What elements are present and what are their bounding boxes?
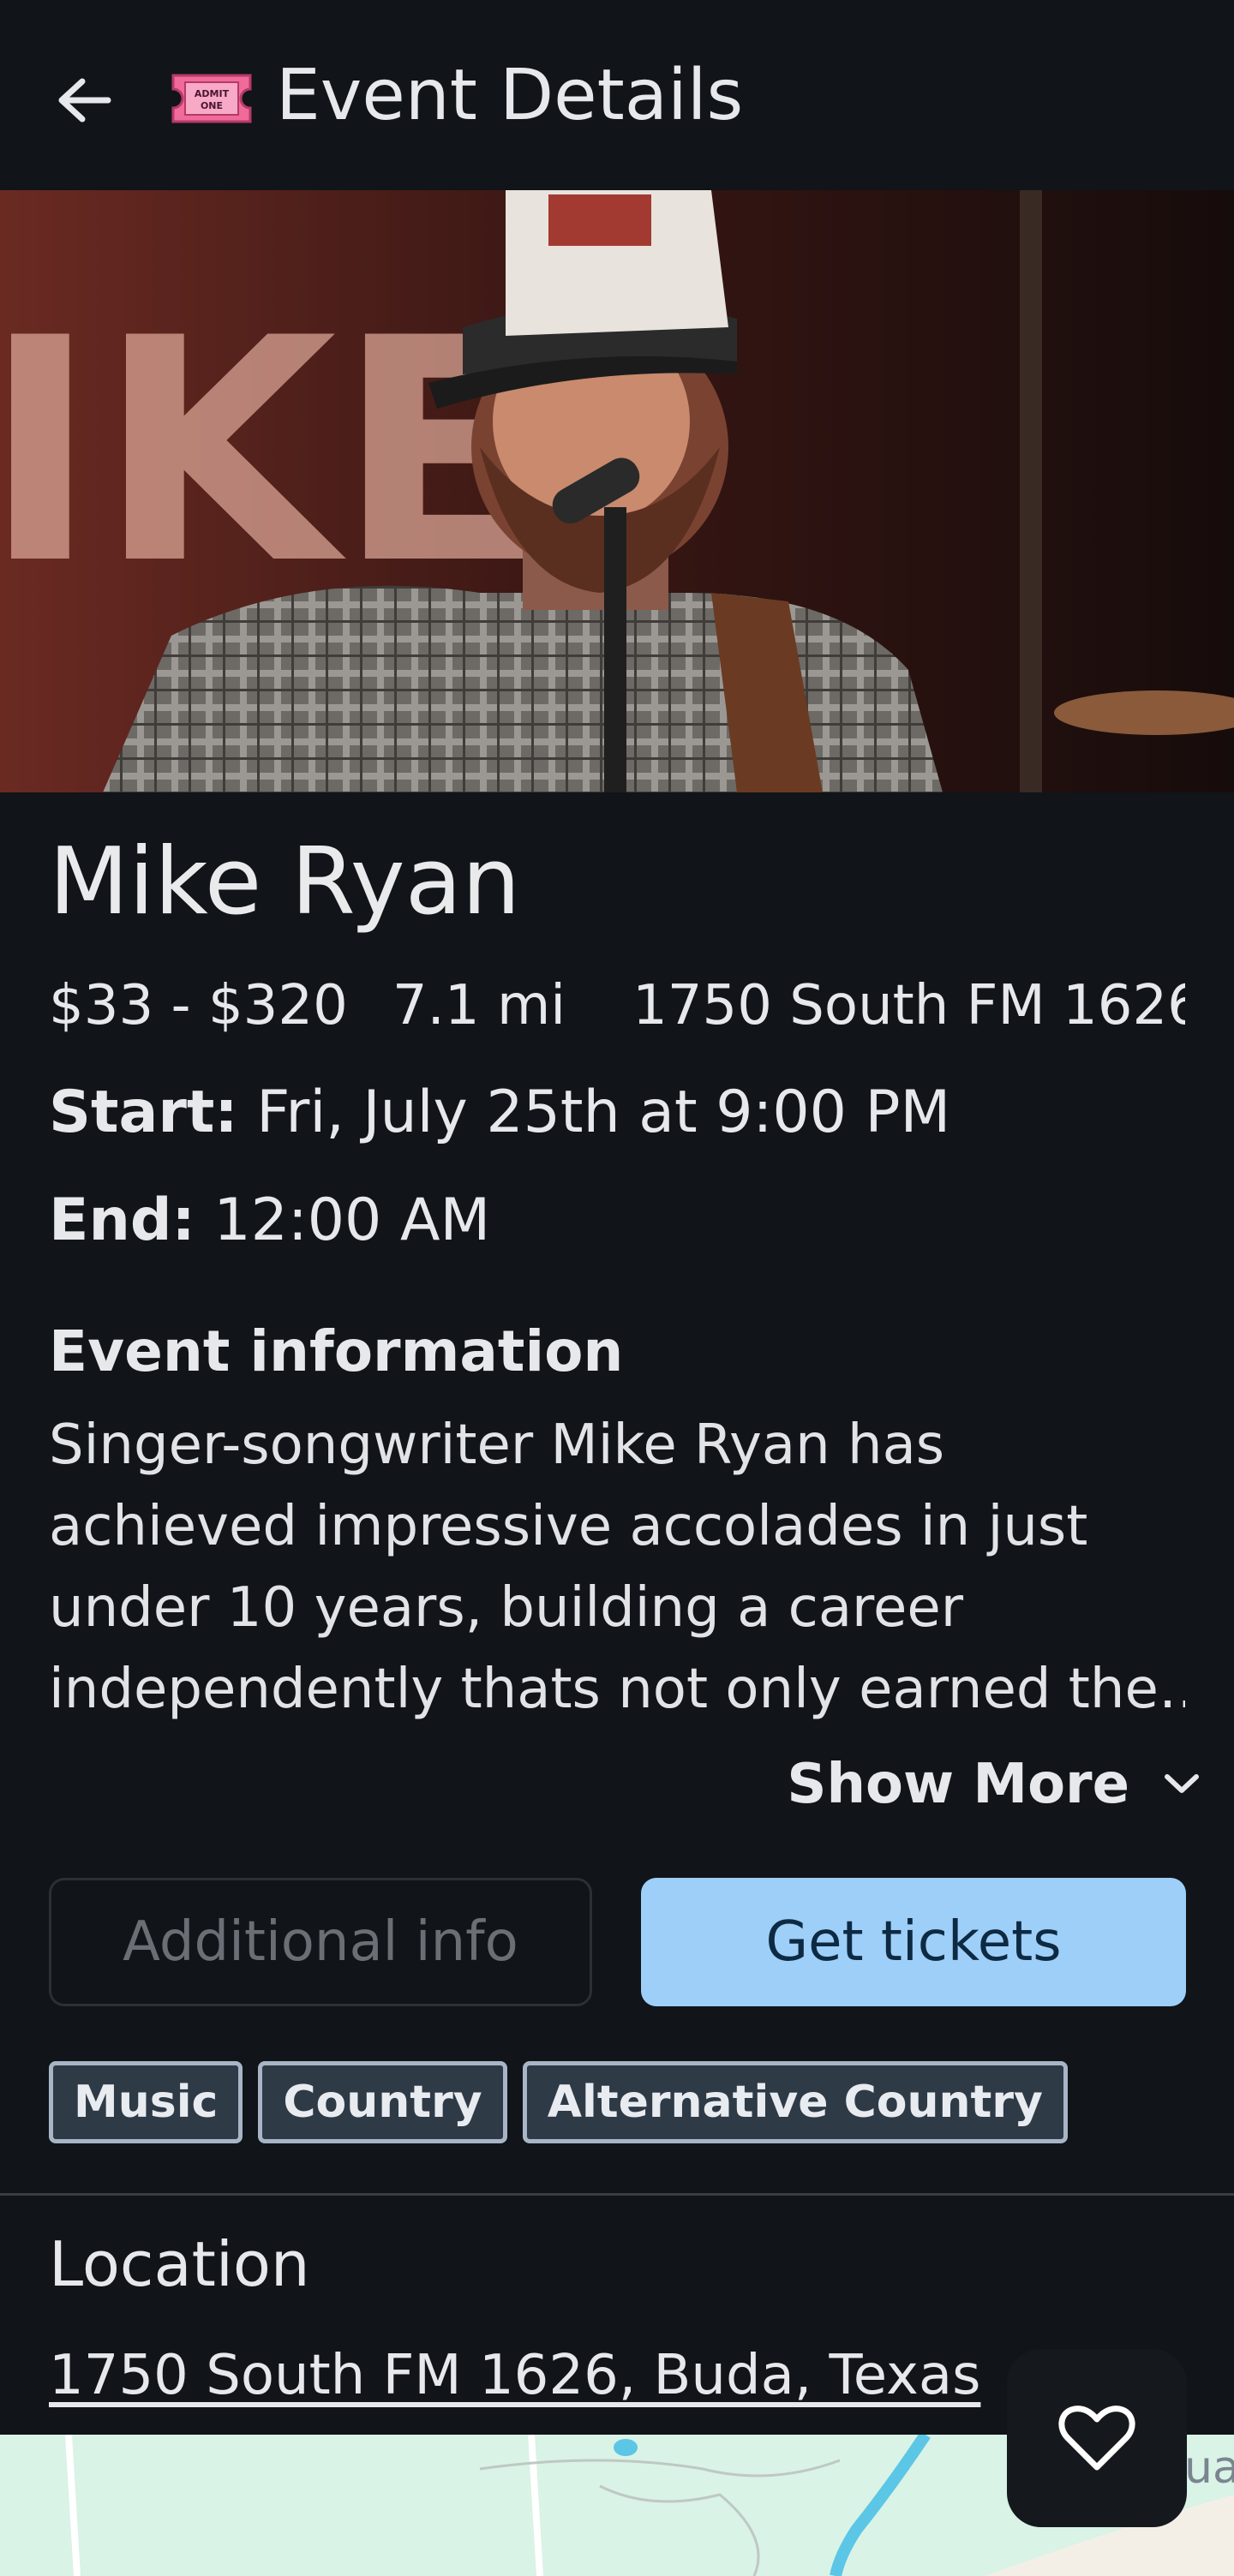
start-value: Fri, July 25th at 9:00 PM xyxy=(256,1079,951,1146)
event-price: $33 - $320 xyxy=(49,974,348,1037)
app-bar: ADMIT ONE Event Details xyxy=(0,0,1234,190)
description-line: independently thats not only earned the… xyxy=(49,1658,1185,1721)
map-place-label: ua xyxy=(1184,2442,1234,2494)
event-tags: Music Country Alternative Country xyxy=(49,2061,1068,2143)
arrow-left-icon xyxy=(58,78,111,123)
show-more-button[interactable]: Show More xyxy=(771,1748,1200,1821)
description-line: achieved impressive accolades in just xyxy=(49,1495,1088,1558)
event-information-heading: Event information xyxy=(49,1318,624,1384)
tag-country[interactable]: Country xyxy=(258,2061,507,2143)
event-address-short: 1750 South FM 1626 xyxy=(632,974,1185,1037)
show-more-label: Show More xyxy=(787,1753,1129,1816)
description-line: under 10 years, building a career xyxy=(49,1576,963,1640)
tag-alternative-country[interactable]: Alternative Country xyxy=(522,2061,1068,2143)
chevron-down-icon xyxy=(1165,1774,1199,1793)
event-hero-image: IKE xyxy=(0,190,1234,792)
admit-one-ticket-icon: ADMIT ONE xyxy=(171,74,252,123)
get-tickets-button[interactable]: Get tickets xyxy=(641,1878,1186,2006)
page-title: Event Details xyxy=(276,55,744,136)
favorite-button[interactable] xyxy=(1007,2349,1187,2527)
svg-text:IKE: IKE xyxy=(0,272,548,631)
event-end: End: 12:00 AM xyxy=(49,1184,490,1258)
svg-text:ONE: ONE xyxy=(201,100,223,111)
tag-music[interactable]: Music xyxy=(49,2061,243,2143)
event-description: Singer-songwriter Mike Ryan has achieved… xyxy=(49,1405,1185,1730)
event-start: Start: Fri, July 25th at 9:00 PM xyxy=(49,1076,950,1150)
svg-text:ADMIT: ADMIT xyxy=(195,88,230,99)
start-label: Start: xyxy=(49,1079,238,1146)
location-address-link[interactable]: 1750 South FM 1626, Buda, Texas xyxy=(49,2339,980,2412)
additional-info-button[interactable]: Additional info xyxy=(49,1878,592,2006)
heart-outline-icon xyxy=(1058,2406,1135,2471)
end-label: End: xyxy=(49,1186,195,1254)
location-heading: Location xyxy=(49,2228,310,2300)
event-name: Mike Ryan xyxy=(49,828,521,935)
back-button[interactable] xyxy=(46,62,123,139)
section-divider xyxy=(0,2193,1234,2196)
event-meta-row: $33 - $320 7.1 mi 1750 South FM 1626 xyxy=(49,971,1185,1040)
event-distance: 7.1 mi xyxy=(392,974,566,1037)
end-value: 12:00 AM xyxy=(213,1186,491,1254)
description-line: Singer-songwriter Mike Ryan has xyxy=(49,1414,945,1477)
